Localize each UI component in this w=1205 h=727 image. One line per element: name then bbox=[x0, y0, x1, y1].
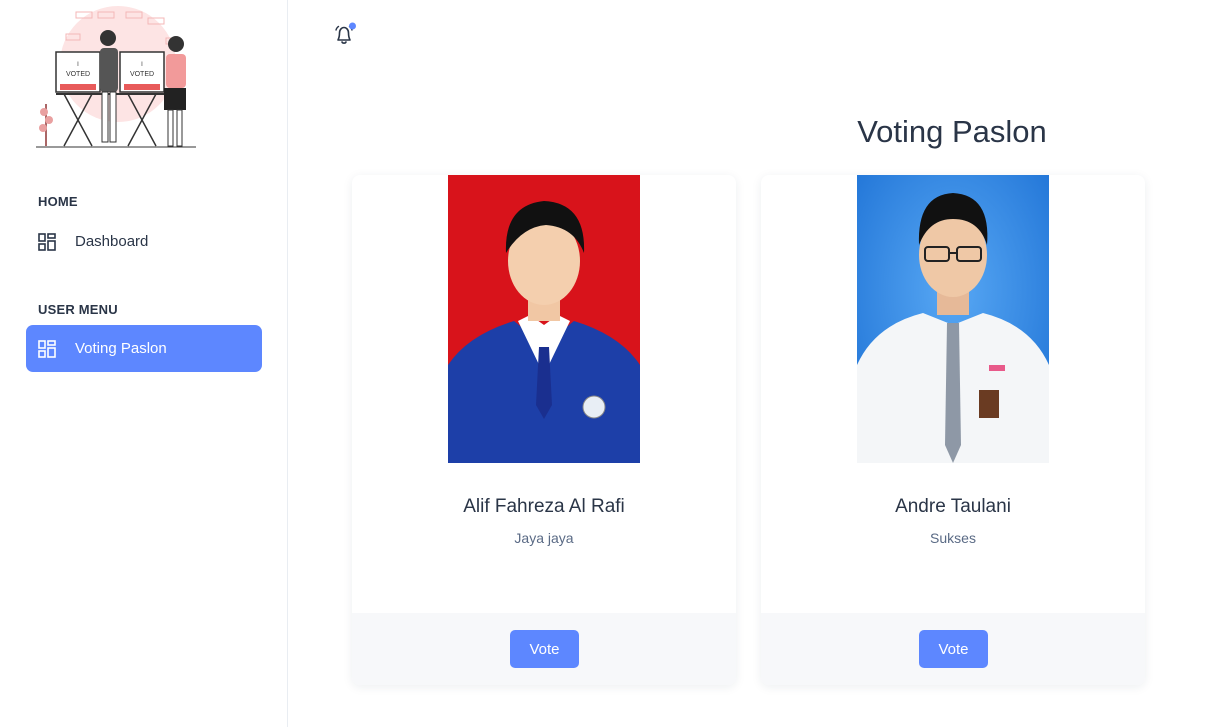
nav-section-home: HOME bbox=[38, 194, 78, 209]
unread-dot bbox=[349, 22, 356, 30]
candidate-photo bbox=[857, 175, 1049, 463]
candidate-card: Alif Fahreza Al Rafi Jaya jaya Vote bbox=[352, 175, 736, 685]
sidebar-item-voting-paslon[interactable]: Voting Paslon bbox=[26, 325, 262, 372]
svg-text:VOTED: VOTED bbox=[66, 71, 90, 78]
candidate-name: Alif Fahreza Al Rafi bbox=[463, 496, 625, 517]
vote-button[interactable]: Vote bbox=[510, 630, 579, 668]
sidebar-item-dashboard[interactable]: Dashboard bbox=[26, 218, 262, 265]
sidebar: I VOTED I VOTED HOME Dashboard USER MENU… bbox=[0, 0, 288, 727]
page-title: Voting Paslon bbox=[857, 114, 1047, 149]
nav-section-user-menu: USER MENU bbox=[38, 302, 118, 317]
sidebar-item-label: Dashboard bbox=[75, 233, 149, 250]
candidate-motto: Jaya jaya bbox=[514, 530, 574, 546]
bell-icon bbox=[335, 22, 356, 44]
dashboard-icon bbox=[38, 339, 56, 358]
candidate-motto: Sukses bbox=[930, 530, 976, 546]
main-content: Voting Paslon Alif Fahreza Al Rafi Jaya … bbox=[288, 0, 1205, 727]
voting-illustration-logo[interactable]: I VOTED I VOTED bbox=[36, 4, 198, 152]
candidate-card: Andre Taulani Sukses Vote bbox=[761, 175, 1145, 685]
sidebar-item-label: Voting Paslon bbox=[75, 340, 167, 357]
candidate-name: Andre Taulani bbox=[895, 496, 1011, 517]
vote-button[interactable]: Vote bbox=[919, 630, 988, 668]
notification-button[interactable] bbox=[332, 22, 358, 48]
candidate-photo bbox=[448, 175, 640, 463]
dashboard-icon bbox=[38, 232, 56, 251]
app: I VOTED I VOTED HOME Dashboard USER MENU… bbox=[0, 0, 1205, 727]
svg-text:VOTED: VOTED bbox=[130, 71, 154, 78]
